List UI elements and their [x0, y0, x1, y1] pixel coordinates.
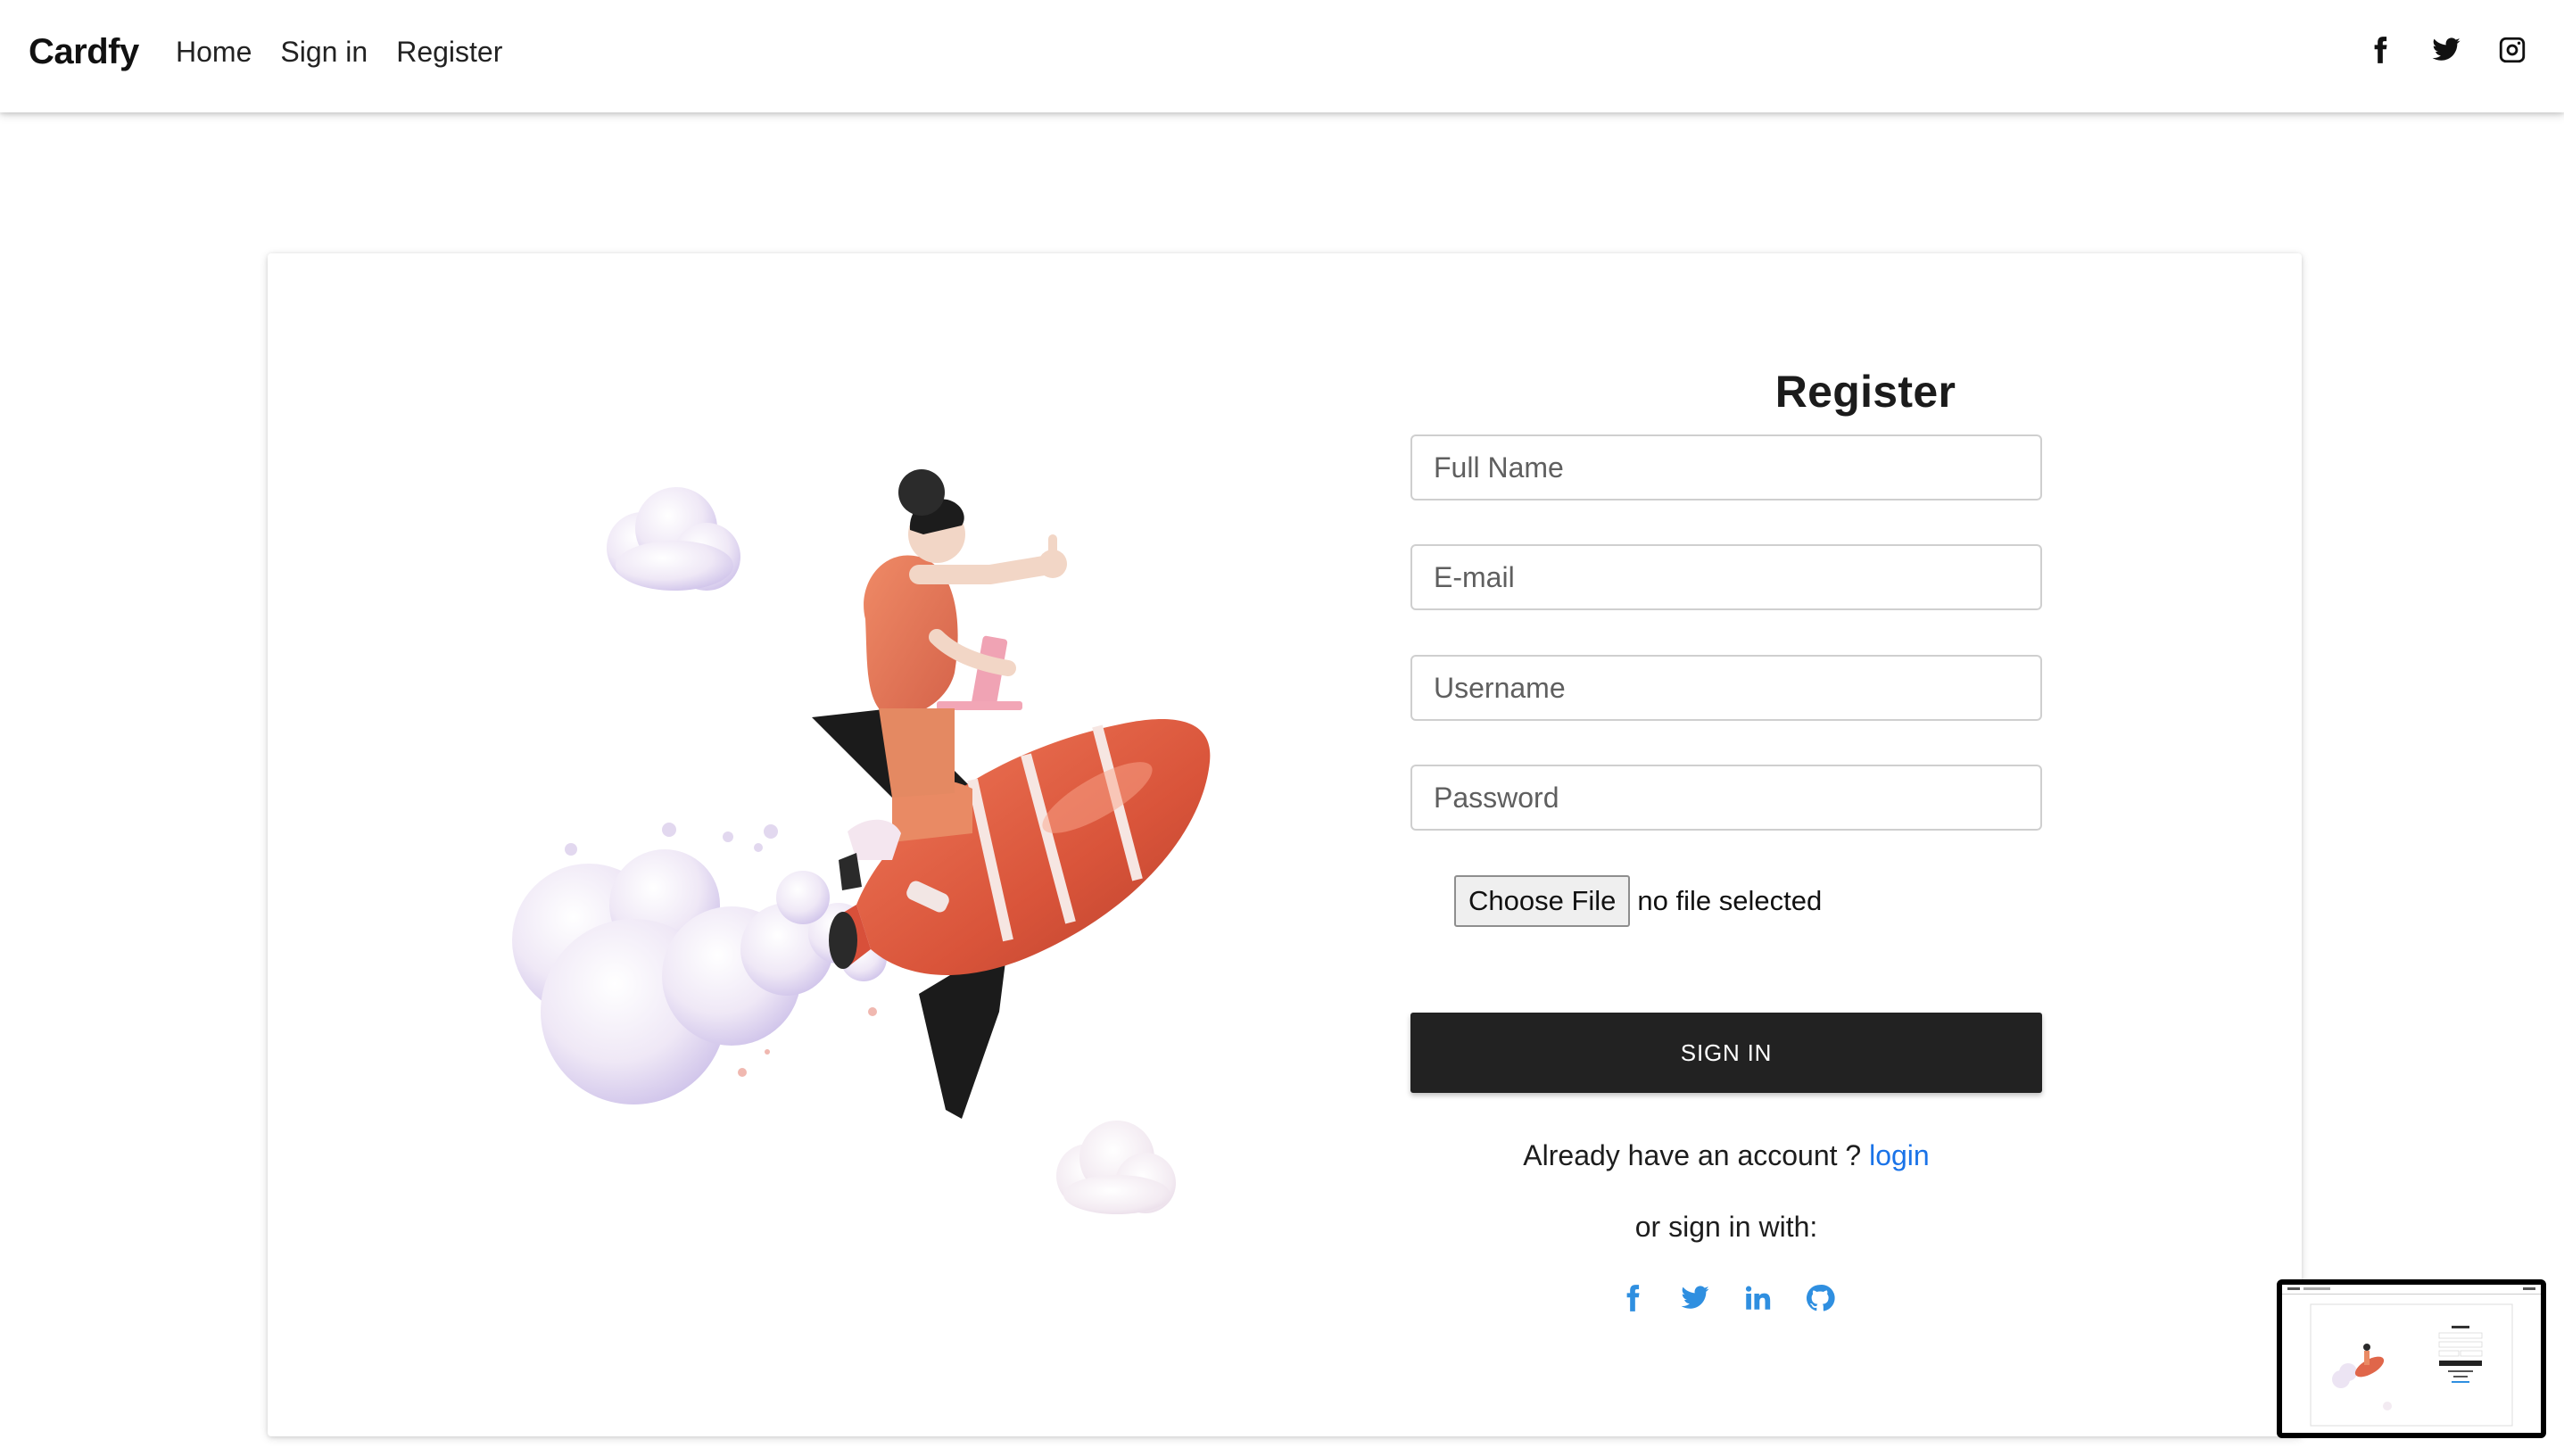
- account-prefix: Already have an account ?: [1523, 1139, 1862, 1171]
- full-name-input[interactable]: [1410, 434, 2042, 500]
- social-sign-in-row: [1410, 1282, 2042, 1314]
- thumbnail-preview-image: [2282, 1285, 2541, 1427]
- already-account-text: Already have an account ? login: [1410, 1139, 2042, 1172]
- twitter-icon[interactable]: [1679, 1282, 1711, 1314]
- nav-social-links: [2364, 34, 2528, 66]
- facebook-icon[interactable]: [2364, 34, 2396, 66]
- twitter-icon[interactable]: [2430, 34, 2462, 66]
- form-title: Register: [1774, 366, 1956, 417]
- login-link[interactable]: login: [1869, 1139, 1930, 1171]
- nav-link-sign-in[interactable]: Sign in: [280, 36, 368, 69]
- exhaust-cloud: [512, 823, 887, 1104]
- page-thumbnail[interactable]: [2277, 1279, 2546, 1438]
- or-sign-in-text: or sign in with:: [1634, 1211, 1818, 1243]
- register-card: Register Choose File no file selected SI…: [268, 253, 2302, 1436]
- username-input[interactable]: [1410, 655, 2042, 721]
- nav-links: Home Sign in Register: [176, 36, 531, 69]
- top-navbar: Cardfy Home Sign in Register: [0, 0, 2564, 112]
- email-input[interactable]: [1410, 544, 2042, 610]
- choose-file-button[interactable]: Choose File: [1454, 875, 1631, 927]
- facebook-icon[interactable]: [1617, 1282, 1649, 1314]
- brand-logo[interactable]: Cardfy: [29, 32, 139, 72]
- password-input[interactable]: [1410, 765, 2042, 831]
- instagram-icon[interactable]: [2496, 34, 2528, 66]
- cloud-bottom: [1056, 1121, 1176, 1214]
- file-status-text: no file selected: [1637, 885, 1823, 916]
- sign-in-button[interactable]: SIGN IN: [1410, 1013, 2042, 1093]
- github-icon[interactable]: [1804, 1282, 1836, 1314]
- linkedin-icon[interactable]: [1741, 1282, 1774, 1314]
- rocket-illustration: [512, 469, 1211, 1214]
- nav-link-home[interactable]: Home: [176, 36, 252, 69]
- file-upload: Choose File no file selected: [1454, 875, 1822, 927]
- nav-link-register[interactable]: Register: [396, 36, 502, 69]
- cloud-top: [607, 487, 740, 591]
